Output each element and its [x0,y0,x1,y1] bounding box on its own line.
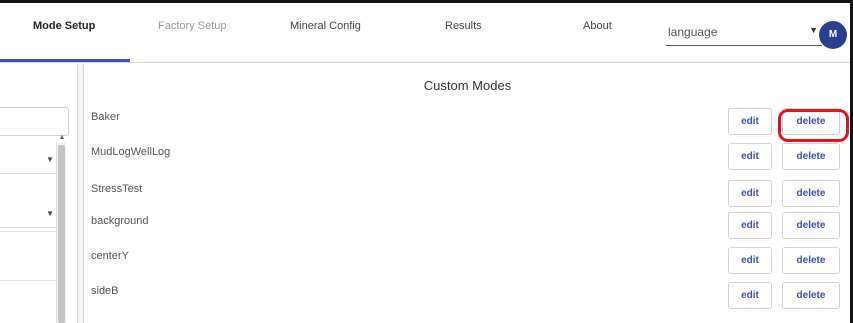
list-item: background edit delete [85,212,850,247]
left-panel-select-2[interactable]: ▼ [0,200,58,228]
divider [0,231,56,232]
edit-button[interactable]: edit [728,247,772,274]
tab-mineral-config[interactable]: Mineral Config [290,20,361,32]
list-item: StressTest edit delete [85,180,850,215]
custom-modes-panel: Custom Modes Baker edit delete MudLogWel… [85,64,850,323]
delete-button[interactable]: delete [782,180,840,207]
edit-button[interactable]: edit [728,143,772,170]
scroll-up-icon[interactable]: ▲ [57,134,67,141]
delete-button[interactable]: delete [782,247,840,274]
tab-factory-setup[interactable]: Factory Setup [158,20,226,32]
panel-splitter[interactable] [78,64,84,323]
tab-about[interactable]: About [583,20,612,32]
left-panel-select-1[interactable]: ▼ [0,146,58,174]
edit-button[interactable]: edit [728,180,772,207]
mode-name: Baker [91,111,120,123]
edit-button[interactable]: edit [728,282,772,309]
delete-button[interactable]: delete [782,143,840,170]
left-panel-scrollbar[interactable]: ▲ [56,134,66,323]
mode-name: StressTest [91,183,143,195]
list-item: centerY edit delete [85,247,850,282]
left-panel-input[interactable] [0,107,69,136]
tab-results[interactable]: Results [445,20,482,32]
edit-button[interactable]: edit [728,212,772,239]
scrollbar-thumb[interactable] [58,145,65,323]
delete-button[interactable]: delete [782,212,840,239]
chevron-down-icon: ▼ [809,25,818,35]
left-panel: ▼ ▼ ▲ [0,64,78,323]
list-item: MudLogWellLog edit delete [85,143,850,178]
list-item: Baker edit delete [85,108,850,143]
divider [0,280,56,281]
mode-name: centerY [91,250,129,262]
edit-button[interactable]: edit [728,108,772,135]
mode-name: MudLogWellLog [91,146,171,158]
mode-name: sideB [91,285,119,297]
mode-name: background [91,215,149,227]
tab-mode-setup[interactable]: Mode Setup [33,20,95,32]
language-select[interactable]: language ▼ [666,18,822,46]
list-item: sideB edit delete [85,282,850,317]
chevron-down-icon: ▼ [46,209,54,218]
avatar[interactable]: M [819,21,847,49]
active-tab-indicator [0,59,130,62]
top-navigation: Mode Setup Factory Setup Mineral Config … [0,3,850,63]
chevron-down-icon: ▼ [46,155,54,164]
page-title: Custom Modes [423,78,512,93]
language-select-value: language [668,25,718,39]
delete-button[interactable]: delete [782,282,840,309]
delete-button[interactable]: delete [782,108,840,135]
